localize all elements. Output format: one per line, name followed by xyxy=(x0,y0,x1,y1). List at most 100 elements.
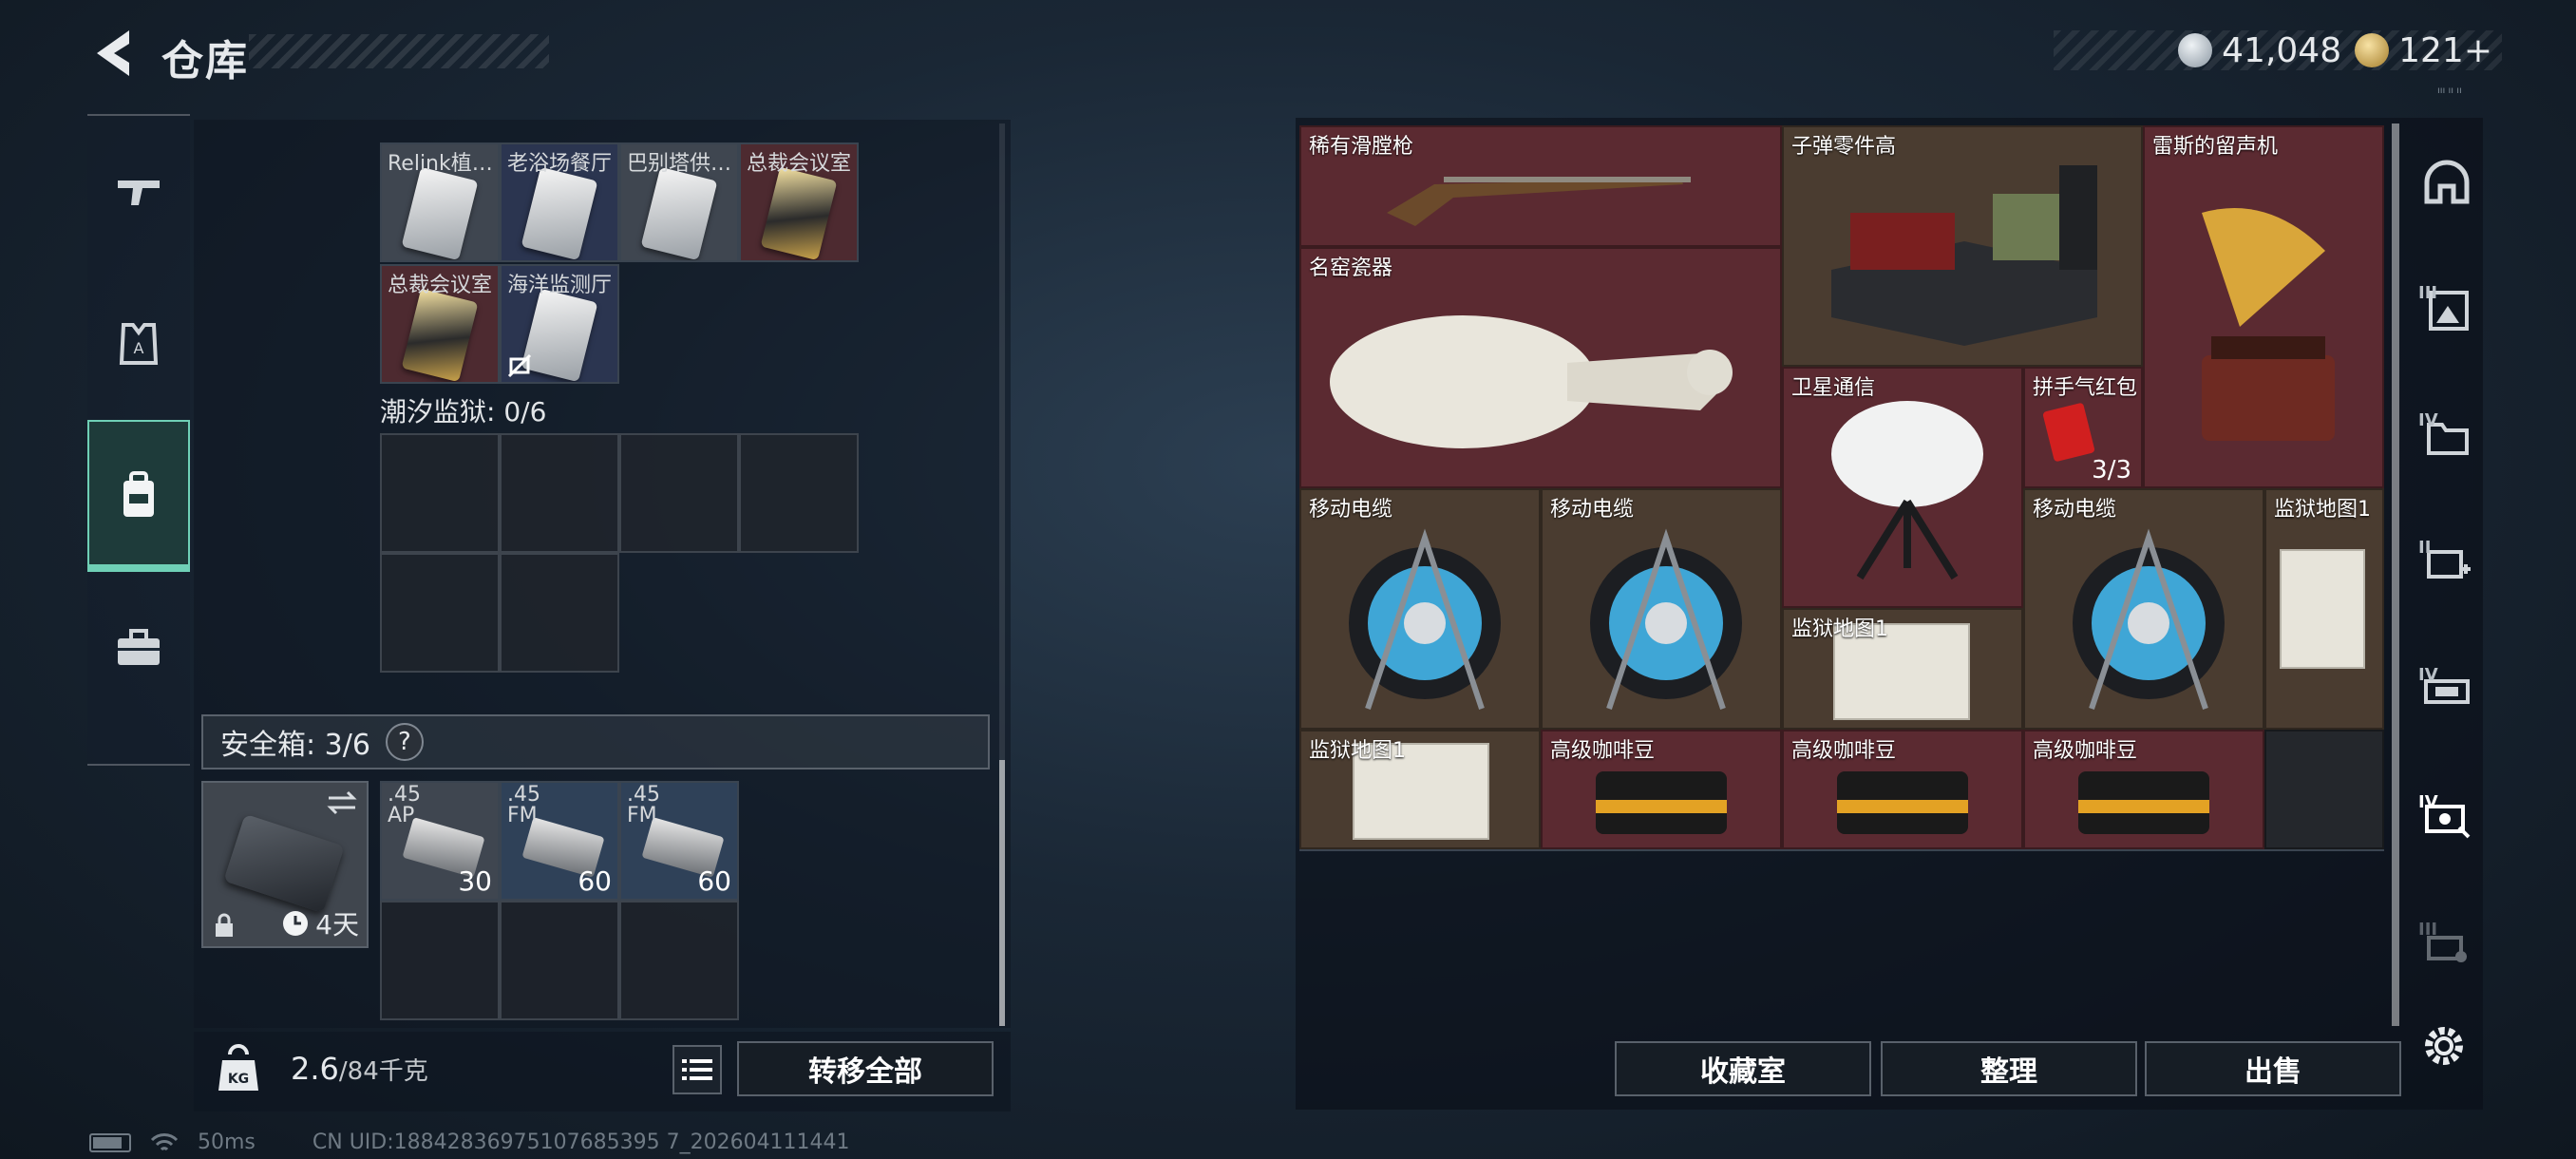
tab-tier-4-docs[interactable]: IV xyxy=(2409,372,2485,500)
item-label: 监狱地图1 xyxy=(2274,498,2371,522)
item-coffee[interactable]: 高级咖啡豆 xyxy=(1782,730,2023,849)
item-prison-map[interactable]: 监狱地图1 xyxy=(2264,488,2384,730)
silver-coin-icon xyxy=(2178,33,2213,67)
keycard-label: 总裁会议室 xyxy=(388,274,493,297)
collection-scrollbar[interactable] xyxy=(2392,124,2399,1026)
ammo-slot[interactable]: .45 FM 60 xyxy=(500,781,619,901)
keycard-slot[interactable]: 老浴场餐厅 xyxy=(500,142,619,262)
keycard-label: 巴别塔供… xyxy=(627,152,732,176)
weight-max: /84千克 xyxy=(338,1057,428,1086)
item-label: 稀有滑膛枪 xyxy=(1309,135,1414,159)
tab-tier: IV xyxy=(2418,792,2438,812)
keycard-label: 总裁会议室 xyxy=(747,152,852,176)
item-porcelain[interactable]: 名窑瓷器 xyxy=(1299,247,1782,488)
gold-coin-icon xyxy=(2355,33,2390,67)
back-button[interactable] xyxy=(87,25,137,82)
empty-slot[interactable] xyxy=(619,433,739,553)
ammo-count: 30 xyxy=(458,865,492,897)
list-icon xyxy=(682,1059,712,1080)
item-label: 子弹零件高 xyxy=(1791,135,1897,159)
keycard-icon xyxy=(521,166,598,260)
tab-tier: III xyxy=(2418,920,2438,940)
keycard-slot[interactable]: 总裁会议室 xyxy=(380,264,500,384)
tab-tier-4-devices[interactable]: IV xyxy=(2409,754,2485,882)
transfer-all-button[interactable]: 转移全部 xyxy=(737,1041,994,1096)
empty-slot[interactable] xyxy=(739,433,859,553)
tab-tier-2-medical[interactable]: II xyxy=(2409,500,2485,627)
item-cable-reel[interactable]: 移动电缆 xyxy=(1299,488,1541,730)
ammo-slot[interactable]: .45 AP 30 xyxy=(380,781,500,901)
keycard-slot[interactable]: 总裁会议室 xyxy=(739,142,859,262)
tab-tier-4-ammo[interactable]: IV xyxy=(2409,627,2485,754)
tab-tier-3-tools[interactable]: III xyxy=(2409,882,2485,1009)
empty-slot[interactable] xyxy=(380,901,500,1020)
gold-currency[interactable]: 121+ xyxy=(2355,31,2492,70)
tab-tier: III xyxy=(2418,283,2438,303)
wifi-icon xyxy=(150,1132,179,1150)
empty-slot[interactable] xyxy=(2264,730,2384,849)
rail-cases[interactable] xyxy=(87,572,190,724)
item-label: 名窑瓷器 xyxy=(1309,256,1393,280)
item-cable-reel[interactable]: 移动电缆 xyxy=(2023,488,2264,730)
map-icon xyxy=(2280,549,2365,669)
tab-all[interactable] xyxy=(2409,118,2485,245)
tab-tier: IV xyxy=(2418,410,2438,430)
keycard-slot[interactable]: 海洋监测厅 xyxy=(500,264,619,384)
rail-weapons[interactable] xyxy=(87,116,190,268)
safe-timer-text: 4天 xyxy=(315,909,359,940)
list-view-button[interactable] xyxy=(672,1045,722,1094)
item-gramophone[interactable]: 雷斯的留声机 xyxy=(2143,125,2384,488)
collection-room-button[interactable]: 收藏室 xyxy=(1615,1041,1871,1096)
ammo-slot[interactable]: .45 FM 60 xyxy=(619,781,739,901)
rail-backpack[interactable] xyxy=(87,420,190,572)
weight-current: 2.6 xyxy=(291,1051,339,1087)
keycard-icon xyxy=(640,166,718,260)
empty-slot[interactable] xyxy=(500,901,619,1020)
page-title: 仓库 xyxy=(161,37,249,86)
item-count: 3/3 xyxy=(2092,456,2131,484)
silver-amount: 41,048 xyxy=(2222,30,2342,70)
storage-scrollbar[interactable] xyxy=(999,760,1005,1026)
cable-reel-icon xyxy=(2073,528,2225,710)
keycard-slot[interactable]: 巴别塔供… xyxy=(619,142,739,262)
item-label: 移动电缆 xyxy=(1550,498,1635,522)
coffee-bag-icon xyxy=(1837,771,1968,834)
safe-box-slot[interactable]: 4天 xyxy=(201,781,369,948)
empty-slot[interactable] xyxy=(380,553,500,673)
keycard-slot[interactable]: Relink植… xyxy=(380,142,500,262)
empty-slot[interactable] xyxy=(500,433,619,553)
help-button[interactable]: ? xyxy=(385,723,424,761)
coffee-bag-icon xyxy=(1596,771,1727,834)
safe-box-header: 安全箱: 3/6 ? xyxy=(201,714,990,770)
item-coffee[interactable]: 高级咖啡豆 xyxy=(1541,730,1782,849)
ammo-tray-icon xyxy=(1831,165,2097,346)
item-satellite[interactable]: 卫星通信 xyxy=(1782,367,2023,608)
settings-button[interactable] xyxy=(2418,1020,2470,1072)
item-label: 雷斯的留声机 xyxy=(2152,135,2279,159)
keycard-icon xyxy=(521,288,598,382)
ammo-label: .45 FM xyxy=(507,785,540,826)
satellite-dish-icon xyxy=(1831,401,1983,580)
item-label: 拼手气红包 xyxy=(2033,376,2138,400)
item-red-envelope[interactable]: 拼手气红包 3/3 xyxy=(2023,367,2143,488)
ammo-count: 60 xyxy=(697,865,731,897)
empty-slot[interactable] xyxy=(380,433,500,553)
sell-button[interactable]: 出售 xyxy=(2145,1041,2401,1096)
weight-icon: KG xyxy=(211,1043,266,1098)
kettlebell-icon: KG xyxy=(218,1044,258,1091)
item-musket[interactable]: 稀有滑膛枪 xyxy=(1299,125,1782,247)
organize-button[interactable]: 整理 xyxy=(1881,1041,2137,1096)
item-prison-map[interactable]: 监狱地图1 xyxy=(1299,730,1541,849)
coffee-bag-icon xyxy=(2078,771,2209,834)
empty-slot[interactable] xyxy=(500,553,619,673)
item-prison-map[interactable]: 监狱地图1 xyxy=(1782,608,2023,730)
lock-icon xyxy=(216,913,233,937)
item-cable-reel[interactable]: 移动电缆 xyxy=(1541,488,1782,730)
kg-label: KG xyxy=(228,1072,249,1087)
rail-gear[interactable]: A xyxy=(87,268,190,420)
swap-icon[interactable] xyxy=(325,788,359,817)
item-coffee[interactable]: 高级咖啡豆 xyxy=(2023,730,2264,849)
item-ammo-parts[interactable]: 子弹零件高 xyxy=(1782,125,2143,367)
empty-slot[interactable] xyxy=(619,901,739,1020)
tab-tier-3-art[interactable]: III xyxy=(2409,245,2485,372)
